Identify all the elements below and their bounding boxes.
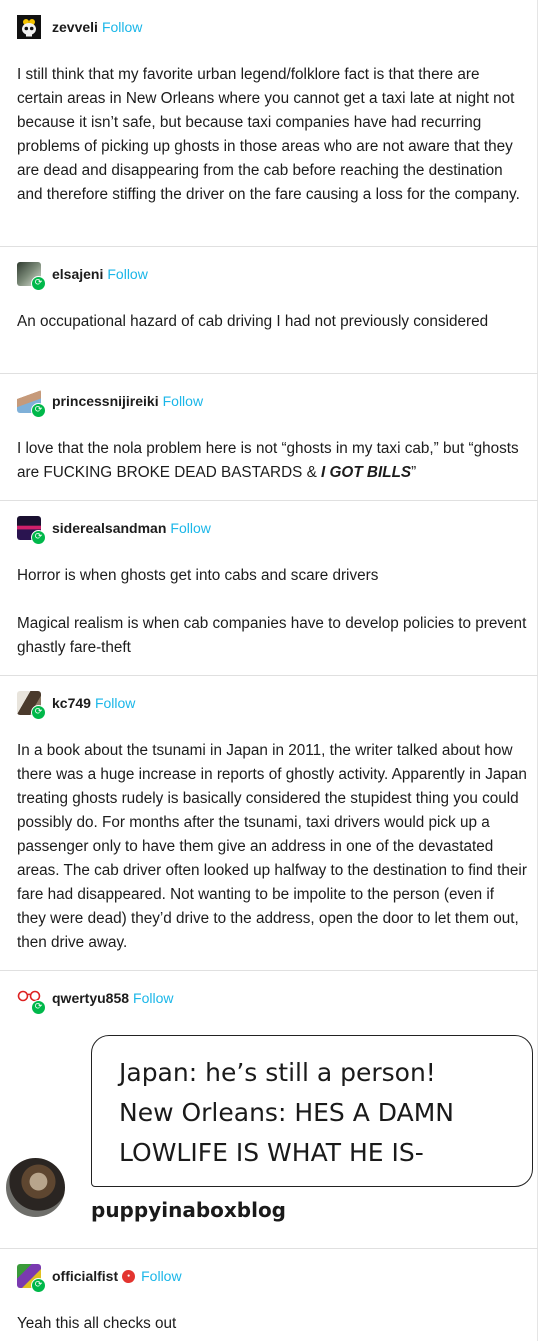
username[interactable]: zevveli <box>52 19 98 35</box>
post-kc749: ⟳ kc749 Follow In a book about the tsuna… <box>0 676 538 971</box>
paragraph: I still think that my favorite urban leg… <box>17 66 520 203</box>
post-header: ⟳ officialfist ● Follow <box>17 1264 182 1293</box>
reblog-icon: ⟳ <box>31 1000 46 1015</box>
reblog-icon: ⟳ <box>31 403 46 418</box>
staff-badge-icon: ● <box>122 1269 136 1283</box>
paragraph: An occupational hazard of cab driving I … <box>17 313 489 330</box>
avatar[interactable]: ⟳ <box>17 1264 46 1293</box>
avatar[interactable]: ⟳ <box>17 262 46 291</box>
meme-line: Japan: he’s still a person! <box>119 1058 436 1087</box>
post-body: Horror is when ghosts get into cabs and … <box>17 564 527 660</box>
skull-icon[interactable] <box>17 15 41 39</box>
post-header: ⟳ princessnijireiki Follow <box>17 389 203 418</box>
username[interactable]: officialfist <box>52 1268 118 1284</box>
follow-button[interactable]: Follow <box>102 19 142 35</box>
post-princessnijireiki: ⟳ princessnijireiki Follow I love that t… <box>0 374 538 501</box>
post-body: I love that the nola problem here is not… <box>17 437 527 485</box>
follow-button[interactable]: Follow <box>170 520 210 536</box>
reblog-icon: ⟳ <box>31 705 46 720</box>
avatar[interactable]: ⟳ <box>17 691 46 720</box>
post-header: ⟳ siderealsandman Follow <box>17 516 211 545</box>
username[interactable]: elsajeni <box>52 266 103 282</box>
post-body: Yeah this all checks out <box>17 1312 527 1336</box>
text-plain: I love that the nola problem here is not… <box>17 440 519 481</box>
reblog-icon: ⟳ <box>31 276 46 291</box>
meme-avatar <box>6 1158 65 1217</box>
post-zevveli: zevveli Follow I still think that my fav… <box>0 0 538 247</box>
username[interactable]: kc749 <box>52 695 91 711</box>
paragraph: Horror is when ghosts get into cabs and … <box>17 567 379 584</box>
avatar[interactable]: ⟳ <box>17 516 46 545</box>
post-officialfist: ⟳ officialfist ● Follow Yeah this all ch… <box>0 1249 538 1341</box>
follow-button[interactable]: Follow <box>107 266 147 282</box>
post-siderealsandman: ⟳ siderealsandman Follow Horror is when … <box>0 501 538 676</box>
meme-line: LOWLIFE IS WHAT HE IS- <box>119 1138 424 1167</box>
follow-button[interactable]: Follow <box>95 695 135 711</box>
paragraph: Yeah this all checks out <box>17 1315 177 1332</box>
text-close-quote: ” <box>411 464 417 481</box>
follow-button[interactable]: Follow <box>133 990 173 1006</box>
post-elsajeni: ⟳ elsajeni Follow An occupational hazard… <box>0 247 538 374</box>
meme-speech-bubble: Japan: he’s still a person! New Orleans:… <box>91 1035 533 1187</box>
follow-button[interactable]: Follow <box>163 393 203 409</box>
post-body: I still think that my favorite urban leg… <box>17 63 527 207</box>
post-header: zevveli Follow <box>17 15 142 39</box>
post-header: ⟳ elsajeni Follow <box>17 262 148 291</box>
text-emphasis: I GOT BILLS <box>321 464 412 481</box>
username[interactable]: princessnijireiki <box>52 393 159 409</box>
username[interactable]: siderealsandman <box>52 520 166 536</box>
avatar[interactable]: ⟳ <box>17 389 46 418</box>
post-header: ⟳ kc749 Follow <box>17 691 135 720</box>
post-body: An occupational hazard of cab driving I … <box>17 310 527 334</box>
reblog-icon: ⟳ <box>31 1278 46 1293</box>
paragraph: In a book about the tsunami in Japan in … <box>17 742 527 951</box>
meme-line: New Orleans: HES A DAMN <box>119 1098 454 1127</box>
post-header: ⟳ qwertyu858 Follow <box>17 986 174 1015</box>
meme-author: puppyinaboxblog <box>91 1198 286 1222</box>
paragraph: I love that the nola problem here is not… <box>17 437 527 485</box>
glasses-icon[interactable]: ⟳ <box>17 986 46 1015</box>
post-body: In a book about the tsunami in Japan in … <box>17 739 527 955</box>
paragraph: Magical realism is when cab companies ha… <box>17 615 527 656</box>
follow-button[interactable]: Follow <box>141 1268 181 1284</box>
username[interactable]: qwertyu858 <box>52 990 129 1006</box>
reblog-icon: ⟳ <box>31 530 46 545</box>
